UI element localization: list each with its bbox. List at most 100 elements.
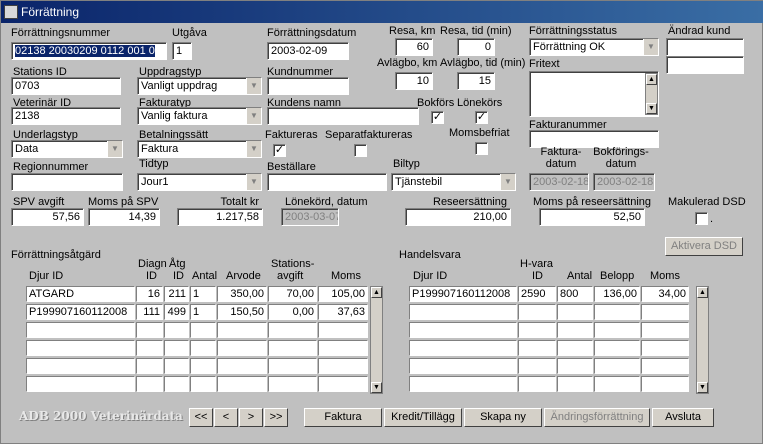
table-cell[interactable] [136,358,163,374]
table-cell[interactable]: 70,00 [268,286,317,302]
table-cell[interactable] [268,376,317,392]
table-cell[interactable] [557,322,593,338]
biltyp-select[interactable]: Tjänstebil ▼ [391,173,516,191]
table-cell[interactable] [409,340,517,356]
table-cell[interactable] [409,322,517,338]
table-cell[interactable] [594,340,640,356]
table-cell[interactable] [518,340,556,356]
table-cell[interactable]: 499 [164,304,189,320]
resa-tid-field[interactable]: 0 [457,38,495,56]
fritext-field[interactable] [529,71,659,117]
kundnummer-field[interactable] [267,77,349,95]
table-cell[interactable] [268,322,317,338]
avlagbo-km-field[interactable]: 10 [395,72,433,90]
faktureras-checkbox[interactable]: ✓ [273,144,286,157]
andrad-kund-field-2[interactable] [666,56,744,74]
table-cell[interactable] [594,304,640,320]
uppdragstyp-select[interactable]: Vanligt uppdrag ▼ [137,77,262,95]
table-cell[interactable]: 211 [164,286,189,302]
table-cell[interactable]: 111 [136,304,163,320]
table-cell[interactable] [190,322,216,338]
handel-scrollbar[interactable]: ▲ ▼ [696,286,709,394]
table-cell[interactable]: 16 [136,286,163,302]
table-cell[interactable] [409,358,517,374]
momsbefriat-checkbox[interactable] [475,142,488,155]
table-cell[interactable] [318,376,368,392]
avsluta-button[interactable]: Avsluta [652,408,714,427]
bokfors-checkbox[interactable]: ✓ [431,111,444,124]
chevron-down-icon[interactable]: ▼ [500,174,515,190]
scroll-down-icon[interactable]: ▼ [646,103,657,114]
table-cell[interactable]: 37,63 [318,304,368,320]
scroll-down-icon[interactable]: ▼ [697,382,708,393]
table-cell[interactable]: 136,00 [594,286,640,302]
table-cell[interactable]: 1 [190,286,216,302]
table-cell[interactable] [164,322,189,338]
table-cell[interactable] [641,322,689,338]
separatfaktureras-checkbox[interactable] [354,144,367,157]
table-cell[interactable] [518,304,556,320]
table-cell[interactable] [190,358,216,374]
table-cell[interactable] [190,376,216,392]
regionnummer-field[interactable] [11,173,123,191]
underlagstyp-select[interactable]: Data ▼ [11,140,123,158]
prev-record-button[interactable]: < [214,408,238,427]
table-cell[interactable]: 1 [190,304,216,320]
table-cell[interactable] [409,304,517,320]
totalt-kr-field[interactable]: 1.217,58 [177,208,263,226]
table-cell[interactable] [518,376,556,392]
table-cell[interactable] [26,322,135,338]
table-cell[interactable] [217,340,267,356]
lonekors-checkbox[interactable]: ✓ [475,111,488,124]
veterinar-id-field[interactable]: 2138 [11,107,121,125]
table-cell[interactable] [26,340,135,356]
scroll-down-icon[interactable]: ▼ [371,382,382,393]
table-cell[interactable] [217,358,267,374]
table-cell[interactable] [641,376,689,392]
utgava-field[interactable]: 1 [172,42,192,60]
kundens-namn-field[interactable] [267,107,419,125]
table-cell[interactable]: 800 [557,286,593,302]
table-cell[interactable]: P199907160112008 [409,286,517,302]
table-cell[interactable] [164,340,189,356]
table-cell[interactable] [26,376,135,392]
chevron-down-icon[interactable]: ▼ [107,141,122,157]
chevron-down-icon[interactable]: ▼ [246,141,261,157]
table-cell[interactable] [318,358,368,374]
tidtyp-select[interactable]: Jour1 ▼ [137,173,262,191]
andrad-kund-field[interactable] [666,38,744,56]
fakturatyp-select[interactable]: Vanlig faktura ▼ [137,107,262,125]
table-cell[interactable] [26,358,135,374]
reseersattning-field[interactable]: 210,00 [405,208,511,226]
table-cell[interactable] [518,358,556,374]
forrattningsstatus-select[interactable]: Förrättning OK ▼ [529,38,659,56]
table-cell[interactable] [268,358,317,374]
table-cell[interactable] [164,358,189,374]
table-cell[interactable] [594,358,640,374]
table-cell[interactable] [557,358,593,374]
table-cell[interactable] [136,322,163,338]
table-cell[interactable] [557,304,593,320]
avlagbo-tid-field[interactable]: 15 [457,72,495,90]
moms-pa-reseersattning-field[interactable]: 52,50 [539,208,645,226]
faktura-button[interactable]: Faktura [304,408,382,427]
table-cell[interactable]: 2590 [518,286,556,302]
table-cell[interactable] [557,376,593,392]
moms-pa-spv-field[interactable]: 14,39 [88,208,160,226]
table-cell[interactable] [136,340,163,356]
betalningssatt-select[interactable]: Faktura ▼ [137,140,262,158]
atgard-scrollbar[interactable]: ▲ ▼ [370,286,383,394]
andringsforrattning-button[interactable]: Ändringsförrättning [544,408,650,427]
table-cell[interactable]: P199907160112008 [26,304,135,320]
table-cell[interactable] [409,376,517,392]
fritext-scrollbar[interactable]: ▲ ▼ [645,73,658,115]
first-record-button[interactable]: << [189,408,213,427]
table-cell[interactable] [136,376,163,392]
table-cell[interactable] [557,340,593,356]
skapa-ny-button[interactable]: Skapa ny [464,408,542,427]
table-cell[interactable] [318,322,368,338]
aktivera-dsd-button[interactable]: Aktivera DSD [665,237,743,256]
resa-km-field[interactable]: 60 [395,38,433,56]
scroll-up-icon[interactable]: ▲ [646,74,657,85]
chevron-down-icon[interactable]: ▼ [246,174,261,190]
